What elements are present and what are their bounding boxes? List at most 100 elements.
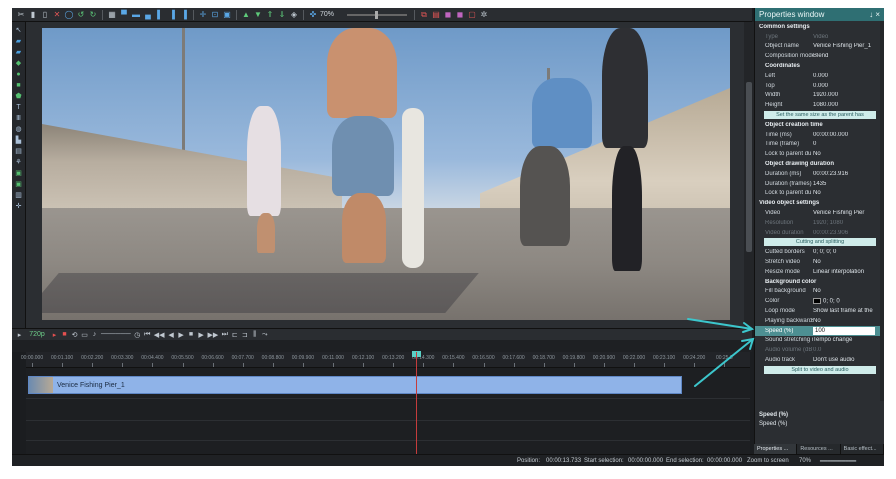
chart-icon[interactable]: ▙ [14,136,24,145]
property-row[interactable]: Top 0.000 [755,81,884,91]
property-value[interactable]: 0.000 [813,83,875,89]
zoom-value[interactable]: 70% [320,11,342,18]
split-icon[interactable]: ⫼ [251,331,258,339]
target-icon[interactable]: ✜ [308,10,318,20]
property-value[interactable]: Venice Fishing Pier_1 [813,43,875,49]
layout-icon[interactable]: ▤ [431,10,441,20]
subtitles-icon[interactable]: Ⅲ [14,114,24,123]
align-bottom-icon[interactable]: ▄ [143,10,153,20]
preview-scroll-thumb[interactable] [746,82,752,252]
pointer-icon[interactable]: ↖ [14,26,24,35]
record-icon[interactable]: ▸ [51,331,58,339]
zoom-slider-status[interactable]: ━━━━━━━━━━ [820,458,856,465]
property-row[interactable]: Left 0.000 [755,71,884,81]
property-row[interactable]: Resize mode Linear interpolation [755,267,884,277]
move-tool-icon[interactable]: ✛ [14,202,24,211]
property-value[interactable]: 0.000 [813,73,875,79]
property-value[interactable]: 1435 [813,181,875,187]
property-value[interactable]: Linear interpolation [813,269,875,275]
property-value[interactable]: 00:00:23.906 [813,230,875,236]
audio-icon[interactable]: ▣ [14,169,24,178]
animation-icon[interactable]: ⚘ [14,158,24,167]
property-value[interactable]: 0; 0; 0; 0 [813,249,875,255]
rectangle-icon[interactable]: ■ [14,81,24,90]
zoom-slider-thumb[interactable] [375,10,378,19]
delete-icon[interactable]: ▮ [28,10,38,20]
property-value[interactable]: 0 [813,141,875,147]
property-row[interactable]: Color 0; 0; 0 [755,296,884,306]
snap-icon[interactable]: ⧉ [419,10,429,20]
color-swatch[interactable] [813,298,821,304]
close-icon[interactable]: ✕ [52,10,62,20]
shape-icon[interactable]: ◆ [14,59,24,68]
property-section[interactable]: Video object settings [755,198,884,208]
property-row[interactable]: Video Venice Fishing Pier [755,208,884,218]
circle-shape-icon[interactable]: ● [14,70,24,79]
property-row[interactable]: Cutted borders 0; 0; 0; 0 [755,247,884,257]
speech-icon[interactable]: ◍ [14,125,24,134]
property-row[interactable]: Loop mode Show last frame at the [755,306,884,316]
gear-icon[interactable]: ✲ [479,10,489,20]
property-section[interactable]: Common settings [755,22,884,32]
action-button-label[interactable]: Cutting and splitting [764,238,876,247]
safe-area-icon[interactable]: ▢ [467,10,477,20]
speed-property-row[interactable]: Speed (%) 100 [755,325,884,336]
arrow-down-icon[interactable]: ▼ [253,10,263,20]
property-value[interactable]: 00:00:23.916 [813,171,875,177]
go-end-icon[interactable]: ⏭ [221,331,228,339]
property-value[interactable]: Tempo change [813,337,875,343]
property-row[interactable]: Resolution 1920; 1080 [755,218,884,228]
preview-area[interactable] [26,22,754,328]
property-value[interactable]: No [813,151,875,157]
scissors-icon[interactable]: ✂ [16,10,26,20]
arrow-down2-icon[interactable]: ⇓ [277,10,287,20]
align-left-icon[interactable]: ▌ [155,10,165,20]
property-row[interactable]: Width 1920.000 [755,91,884,101]
property-value[interactable]: 1920; 1080 [813,220,875,226]
property-value[interactable]: Show last frame at the [813,308,875,314]
preview-scrollbar[interactable] [744,22,754,328]
image-icon[interactable]: ▰ [14,48,24,57]
property-row[interactable]: Height 1080.000 [755,100,884,110]
property-row[interactable]: Audio track Don't use audio [755,355,884,365]
move-icon[interactable]: ✛ [198,10,208,20]
play-icon[interactable]: ▶ [178,331,185,339]
property-row[interactable]: Type Video [755,32,884,42]
stop-icon[interactable]: ■ [188,331,195,338]
properties-scrollbar[interactable] [880,21,884,401]
property-value[interactable]: 00:00:00.000 [813,132,875,138]
align-center-icon[interactable]: ▐ [167,10,177,20]
polygon-icon[interactable]: ⬟ [14,92,24,101]
property-value[interactable]: 1920.000 [813,92,875,98]
property-action-button[interactable]: Split to video and audio [755,365,884,375]
timeline-ruler[interactable]: 00:00.000 00:01.100 00:02.200 00:03.300 00:0… [21,352,750,368]
zoom-to-screen-label[interactable]: Zoom to screen [747,458,789,464]
align-right-icon[interactable]: ▐ [179,10,189,20]
prev-frame-icon[interactable]: ◀◀ [154,331,165,339]
layers-icon[interactable]: ◈ [289,10,299,20]
property-row[interactable]: Time (ms) 00:00:00.000 [755,130,884,140]
property-value[interactable]: Venice Fishing Pier [813,210,875,216]
property-row[interactable]: Playing backwards No [755,316,884,326]
effects-icon[interactable]: ◼ [455,10,465,20]
circle-icon[interactable]: ◯ [64,10,74,20]
resolution-select[interactable]: 720p [26,331,48,338]
grid-icon[interactable]: ▦ [107,10,117,20]
speed-input[interactable]: 100 [813,326,875,335]
volume-slider[interactable]: ────── [101,331,131,338]
clock-icon[interactable]: ◷ [134,331,141,339]
action-button-label[interactable]: Split to video and audio [764,365,876,374]
menu-arrow-icon[interactable]: ▸ [16,331,23,339]
video-clip[interactable]: Venice Fishing Pier_1 [28,376,682,394]
property-row[interactable]: Fill background No [755,287,884,297]
property-section[interactable]: Background color [755,277,884,287]
go-start-icon[interactable]: ⏮ [144,331,151,339]
property-value[interactable]: 1080.000 [813,102,875,108]
loop-icon[interactable]: ⟲ [71,331,78,339]
equalizer-icon[interactable]: ▥ [14,191,24,200]
property-value[interactable]: 0; 0; 0 [813,298,875,305]
capture-icon[interactable]: ▭ [81,331,88,339]
property-value[interactable]: No [813,190,875,196]
tab-resources[interactable]: Resources ... [797,444,841,454]
magnet-icon[interactable]: ◼ [443,10,453,20]
